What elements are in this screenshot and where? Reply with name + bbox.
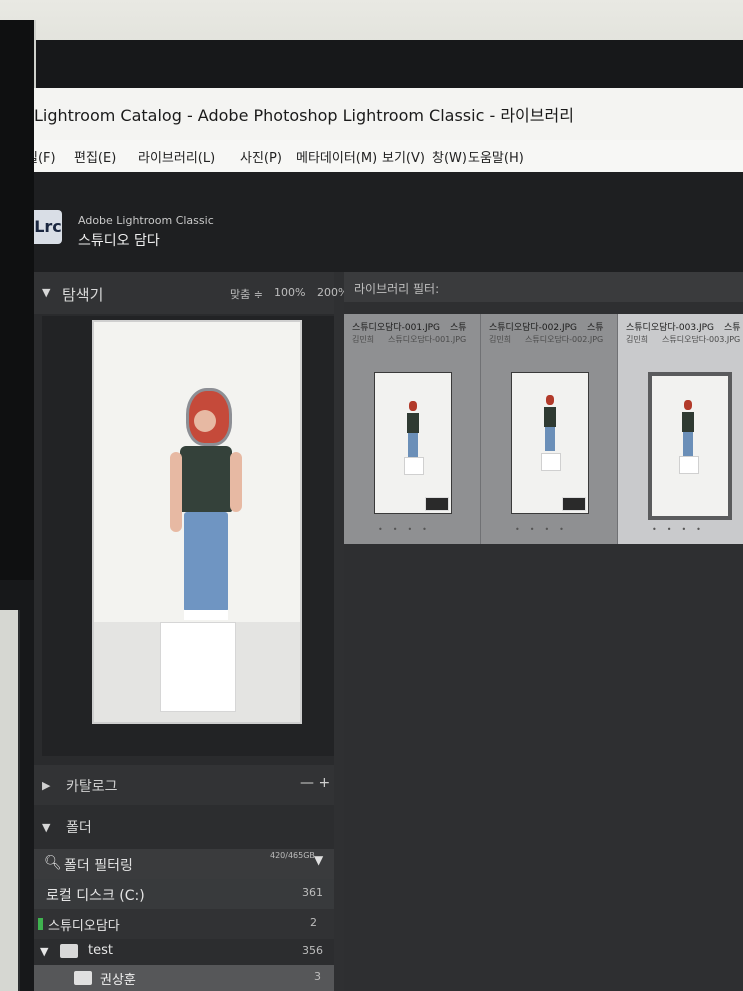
grid-cell-selected[interactable]: 스튜디오담다-003.JPG 스튜 김민희 스튜디오담다-003.JPG •••… (618, 314, 743, 544)
white-box (160, 622, 236, 712)
library-grid: 스튜디오담다-001.JPG 스튜 김민희 스튜디오담다-001.JPG •••… (344, 302, 743, 991)
drive-count: 361 (302, 886, 323, 899)
thumb-figure-box (541, 453, 561, 471)
catalog-title: 카탈로그 (66, 779, 118, 795)
search-icon: 🔍︎ (44, 855, 62, 871)
thumb-figure-head (409, 401, 417, 411)
studio-folder-label: 스튜디오담다 (48, 919, 120, 934)
cell-caption: 김민희 (489, 335, 512, 344)
child-jeans (184, 512, 228, 612)
window-title: Lightroom Catalog - Adobe Photoshop Ligh… (34, 106, 574, 125)
navigator-preview-image[interactable] (92, 320, 302, 724)
zoom-fit-option[interactable]: 맞춤 ≑ (230, 286, 263, 302)
app-name: Adobe Lightroom Classic (78, 214, 214, 227)
triangle-right-icon[interactable]: ▶ (42, 779, 50, 792)
folder-icon (60, 944, 78, 958)
thumb-figure-body (682, 412, 694, 432)
grid-cell[interactable]: 스튜디오담다-001.JPG 스튜 김민희 스튜디오담다-001.JPG •••… (344, 314, 481, 544)
badge-icon[interactable] (425, 497, 449, 511)
zoom-100-option[interactable]: 100% (274, 286, 305, 299)
menu-view[interactable]: 보기(V) (382, 147, 425, 166)
menu-metadata[interactable]: 메타데이터(M) (296, 147, 377, 166)
child-face (194, 410, 216, 432)
child-arm-right (230, 452, 242, 512)
thumb-figure-legs (408, 433, 418, 457)
drive-status-icon (38, 918, 43, 930)
chevron-down-icon[interactable]: ▼ (314, 853, 323, 867)
thumb-figure-body (544, 407, 556, 427)
menu-edit[interactable]: 편집(E) (74, 147, 116, 166)
badge-icon[interactable] (562, 497, 586, 511)
identity-plate: Lrc Adobe Lightroom Classic 스튜디오 담다 (34, 172, 743, 272)
photo-thumbnail[interactable] (648, 372, 732, 520)
navigator-header[interactable]: ▼ 탐색기 맞춤 ≑ 100% 200% ≑ (34, 272, 361, 314)
thumb-figure-legs (683, 432, 693, 456)
cell-filename: 스튜디오담다-002.JPG (489, 323, 578, 333)
menu-file[interactable]: 일(F) (34, 147, 56, 166)
folder-row-studio[interactable]: 스튜디오담다 2 (34, 909, 334, 939)
cell-subtitle: 스튜디오담다-001.JPG (388, 335, 467, 344)
folder-filter-label: 폴더 필터링 (64, 858, 133, 874)
folder-row-test[interactable]: ▼ test 356 (34, 939, 334, 965)
menu-library[interactable]: 라이브러리(L) (138, 147, 215, 166)
cell-dots: •••• (652, 525, 711, 534)
menu-help[interactable]: 도움말(H) (468, 147, 524, 166)
left-monitor-edge (0, 20, 36, 580)
cell-dots: •••• (515, 525, 574, 534)
folder-row-kwon[interactable]: 권상훈 3 (34, 965, 334, 991)
cell-filename-extra: 스튜 (724, 323, 741, 333)
folder-filter-row[interactable]: 🔍︎ 폴더 필터링 420/465GB ▼ (34, 849, 334, 879)
lrc-logo: Lrc (34, 210, 62, 244)
thumb-figure-body (407, 413, 419, 433)
title-bar: Lightroom Catalog - Adobe Photoshop Ligh… (34, 88, 743, 140)
triangle-down-icon[interactable]: ▼ (42, 286, 50, 299)
drive-row[interactable]: 로컬 디스크 (C:) 361 (34, 879, 334, 909)
cell-filename: 스튜디오담다-001.JPG (352, 323, 441, 333)
disk-usage: 420/465GB (270, 851, 315, 860)
catalog-name: 스튜디오 담다 (78, 233, 160, 249)
cell-caption: 김민희 (626, 335, 649, 344)
photo-thumbnail[interactable] (511, 372, 589, 514)
navigator-title: 탐색기 (62, 286, 104, 304)
triangle-down-icon[interactable]: ▼ (40, 945, 48, 958)
library-filter-bar[interactable]: 라이브러리 필터: (344, 272, 743, 302)
drive-label: 로컬 디스크 (C:) (46, 888, 145, 904)
menu-bar: 일(F) 편집(E) 라이브러리(L) 사진(P) 메타데이터(M) 보기(V)… (34, 140, 743, 173)
catalog-add-remove-buttons[interactable]: — + (300, 775, 330, 791)
grid-cell[interactable]: 스튜디오담다-002.JPG 스튜 김민희 스튜디오담다-002.JPG •••… (481, 314, 618, 544)
cell-subtitle: 스튜디오담다-002.JPG (525, 335, 604, 344)
kwon-folder-label: 권상훈 (100, 973, 136, 988)
left-monitor-edge-lower (0, 610, 20, 991)
child-shoes (184, 610, 228, 620)
thumb-figure-box (679, 456, 699, 474)
lightroom-window: Lightroom Catalog - Adobe Photoshop Ligh… (34, 88, 743, 991)
thumb-figure-head (684, 400, 692, 410)
cell-filename: 스튜디오담다-003.JPG (626, 323, 715, 333)
cell-subtitle: 스튜디오담다-003.JPG (662, 335, 741, 344)
child-tshirt (180, 446, 232, 512)
folders-panel-header[interactable]: ▼ 폴더 (34, 805, 334, 849)
library-filter-label: 라이브러리 필터: (354, 282, 440, 296)
catalog-panel-header[interactable]: ▶ 카탈로그 — + (34, 765, 334, 805)
photo-thumbnail[interactable] (374, 372, 452, 514)
menu-window[interactable]: 창(W) (432, 147, 467, 166)
thumb-figure-legs (545, 427, 555, 451)
cell-filename-extra: 스튜 (450, 323, 467, 333)
cell-dots: •••• (378, 525, 437, 534)
thumb-figure-head (546, 395, 554, 405)
test-folder-count: 356 (302, 944, 323, 957)
menu-photo[interactable]: 사진(P) (240, 147, 282, 166)
kwon-folder-count: 3 (314, 970, 321, 983)
left-panel: ▼ 탐색기 맞춤 ≑ 100% 200% ≑ ▶ 카탈로그 — + ▼ 폴더 🔍… (34, 272, 361, 991)
test-folder-label: test (88, 943, 113, 958)
triangle-down-icon[interactable]: ▼ (42, 821, 50, 834)
folders-title: 폴더 (66, 820, 92, 836)
cell-filename-extra: 스튜 (587, 323, 604, 333)
thumb-figure-box (404, 457, 424, 475)
folder-icon (74, 971, 92, 985)
studio-folder-count: 2 (310, 916, 317, 929)
cell-caption: 김민희 (352, 335, 375, 344)
child-arm-left (170, 452, 182, 532)
